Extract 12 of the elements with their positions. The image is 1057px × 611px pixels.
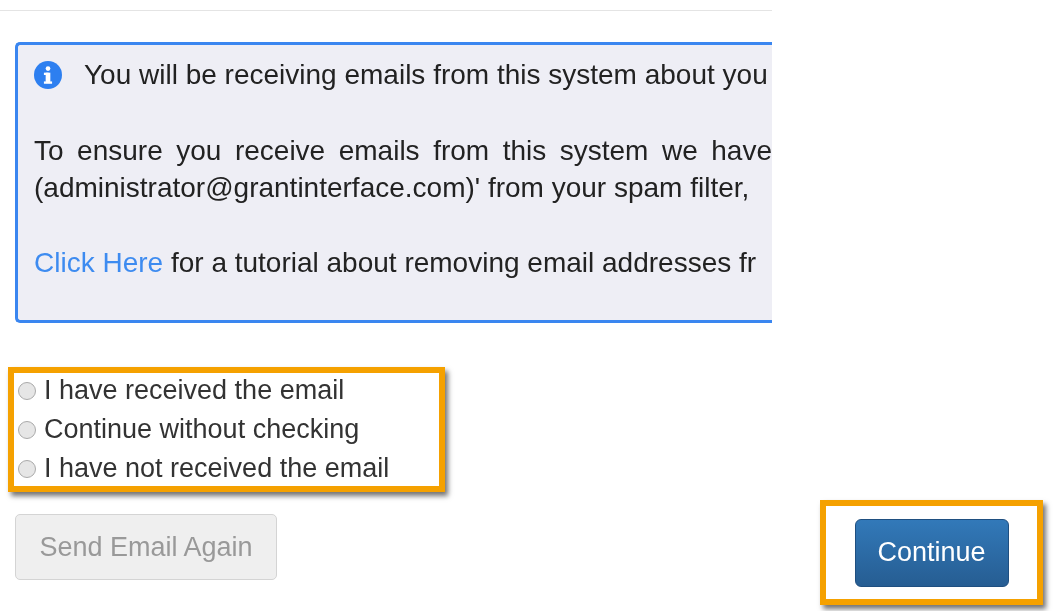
continue-button[interactable]: Continue [854,518,1009,587]
radio-option[interactable]: I have received the email [18,371,439,410]
info-text: (administrator@grantinterface.com)' from your spam filter, [34,171,751,205]
info-text: for a tutorial about removing email addresses fr [170,247,757,278]
radio-button[interactable] [18,420,36,439]
radio-option[interactable]: I have not received the email [18,449,439,488]
info-text: To ensure you receive emails from this system we have [34,134,772,168]
radio-option[interactable]: Continue without checking [18,410,439,449]
info-icon [34,61,62,89]
radio-button[interactable] [18,459,36,478]
radio-button[interactable] [18,381,36,400]
info-heading: You will be receiving emails from this system about you [84,59,768,91]
